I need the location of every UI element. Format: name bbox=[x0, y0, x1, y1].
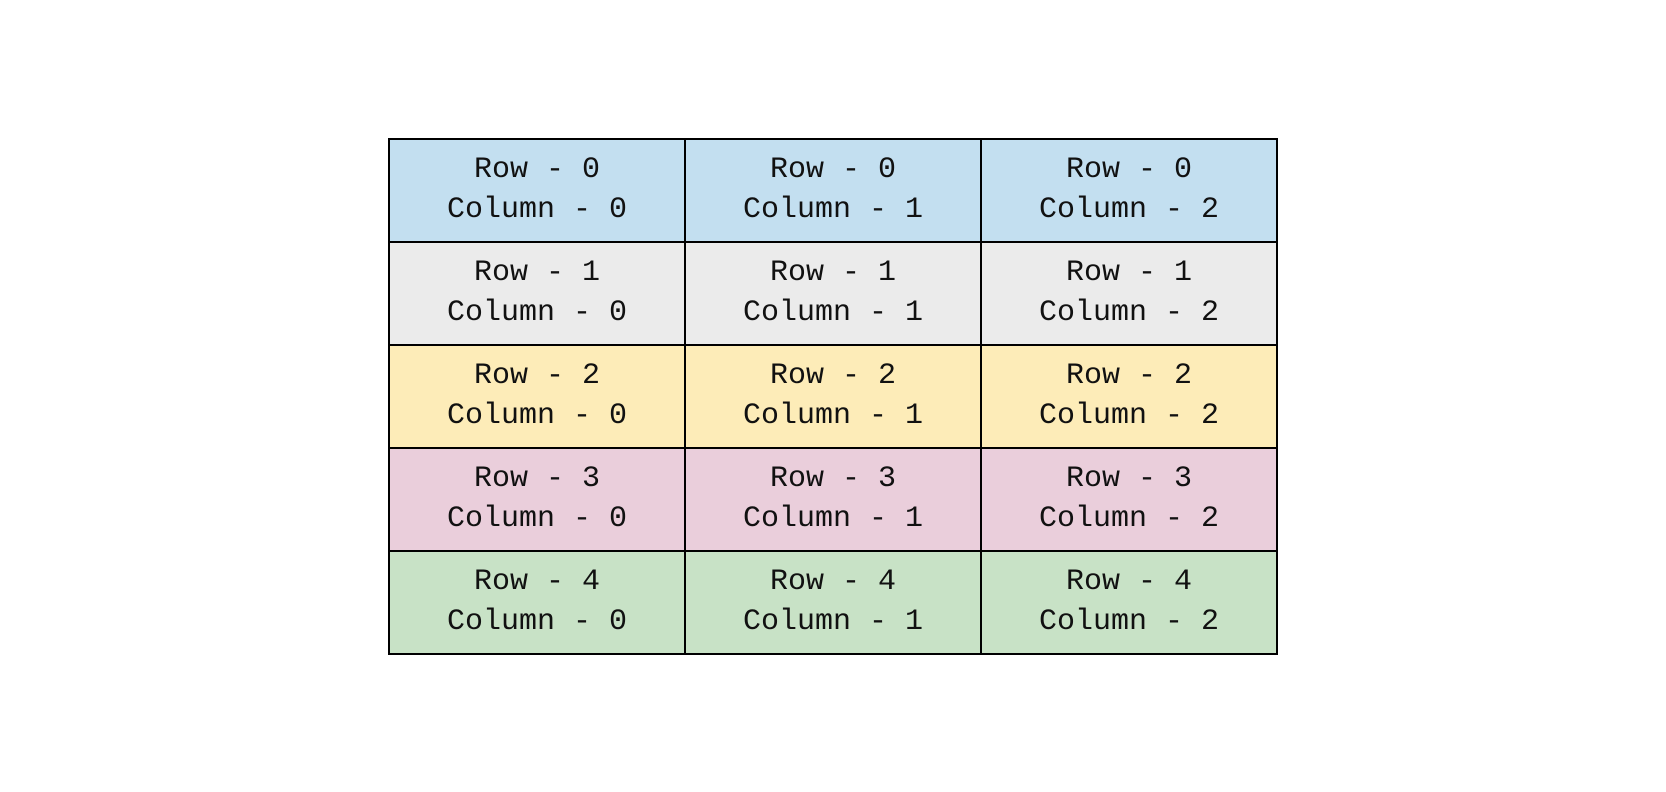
table-row: Row - 3 Column - 0 Row - 3 Column - 1 Ro… bbox=[389, 448, 1277, 551]
grid-table: Row - 0 Column - 0 Row - 0 Column - 1 Ro… bbox=[388, 138, 1278, 655]
table-cell: Row - 2 Column - 2 bbox=[981, 345, 1277, 448]
table-cell: Row - 1 Column - 0 bbox=[389, 242, 685, 345]
table-cell: Row - 0 Column - 1 bbox=[685, 139, 981, 242]
table-cell: Row - 3 Column - 1 bbox=[685, 448, 981, 551]
table-cell: Row - 4 Column - 0 bbox=[389, 551, 685, 654]
table-row: Row - 2 Column - 0 Row - 2 Column - 1 Ro… bbox=[389, 345, 1277, 448]
table-cell: Row - 2 Column - 1 bbox=[685, 345, 981, 448]
table-row: Row - 4 Column - 0 Row - 4 Column - 1 Ro… bbox=[389, 551, 1277, 654]
table-cell: Row - 1 Column - 1 bbox=[685, 242, 981, 345]
table-row: Row - 1 Column - 0 Row - 1 Column - 1 Ro… bbox=[389, 242, 1277, 345]
table-cell: Row - 3 Column - 0 bbox=[389, 448, 685, 551]
table-cell: Row - 4 Column - 2 bbox=[981, 551, 1277, 654]
table-cell: Row - 2 Column - 0 bbox=[389, 345, 685, 448]
table-cell: Row - 4 Column - 1 bbox=[685, 551, 981, 654]
table-cell: Row - 0 Column - 0 bbox=[389, 139, 685, 242]
table-row: Row - 0 Column - 0 Row - 0 Column - 1 Ro… bbox=[389, 139, 1277, 242]
table-cell: Row - 0 Column - 2 bbox=[981, 139, 1277, 242]
table-cell: Row - 1 Column - 2 bbox=[981, 242, 1277, 345]
table-cell: Row - 3 Column - 2 bbox=[981, 448, 1277, 551]
table-container: Row - 0 Column - 0 Row - 0 Column - 1 Ro… bbox=[388, 138, 1278, 655]
